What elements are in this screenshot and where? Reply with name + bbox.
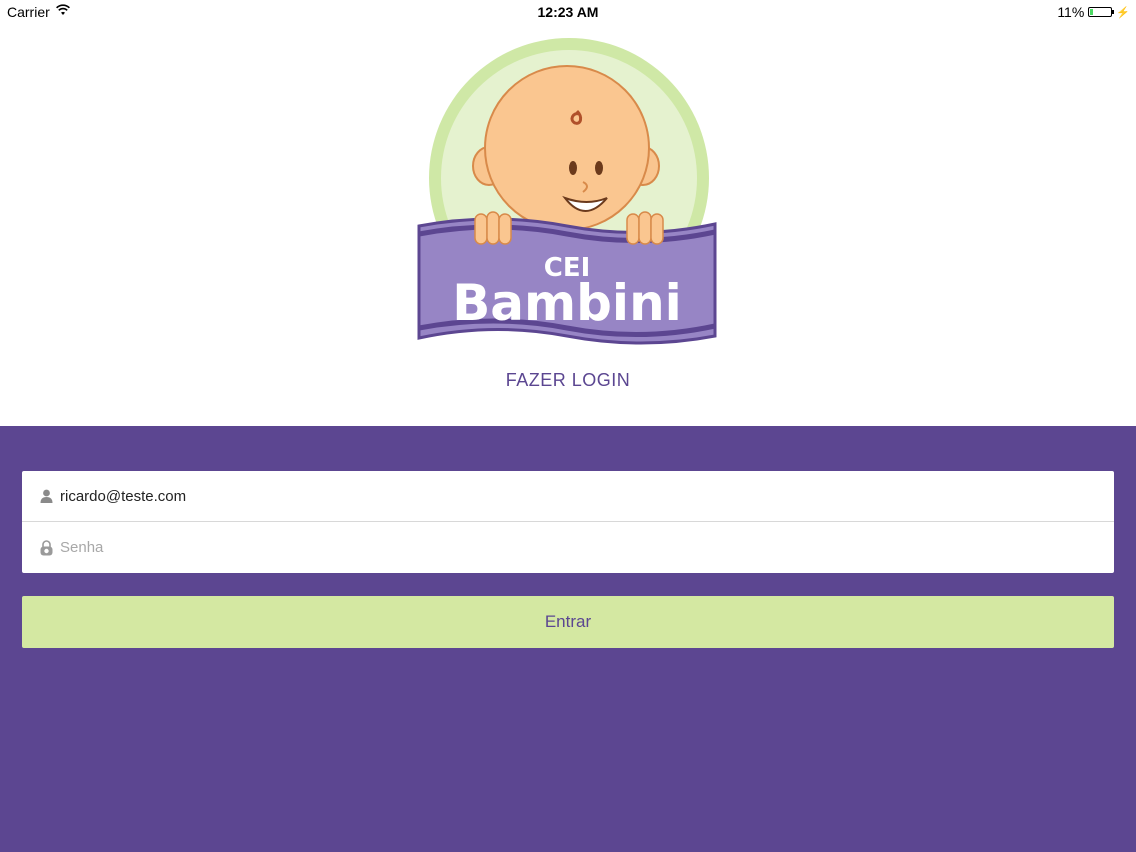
- battery-icon: [1088, 7, 1115, 17]
- charging-icon: ⚡: [1116, 6, 1130, 19]
- clock: 12:23 AM: [537, 4, 599, 20]
- login-button[interactable]: Entrar: [22, 596, 1114, 648]
- login-panel: Entrar: [0, 426, 1136, 852]
- email-field[interactable]: [60, 487, 1060, 505]
- page-title: FAZER LOGIN: [505, 370, 631, 390]
- status-bar: Carrier 12:23 AM 11% ⚡: [0, 0, 1136, 24]
- header-area: CEI Bambini FAZER LOGIN: [0, 24, 1136, 426]
- email-field-row: [22, 471, 1114, 522]
- login-form: [22, 471, 1114, 573]
- battery-percent: 11%: [1057, 4, 1085, 20]
- password-field[interactable]: [60, 539, 1060, 556]
- battery-indicator: 11% ⚡: [1057, 4, 1130, 20]
- lock-icon: [39, 539, 53, 556]
- password-field-row: [22, 522, 1114, 573]
- logo-text-bambini: Bambini: [452, 274, 682, 332]
- cei-bambini-logo: CEI Bambini: [417, 38, 717, 345]
- user-icon: [39, 488, 53, 504]
